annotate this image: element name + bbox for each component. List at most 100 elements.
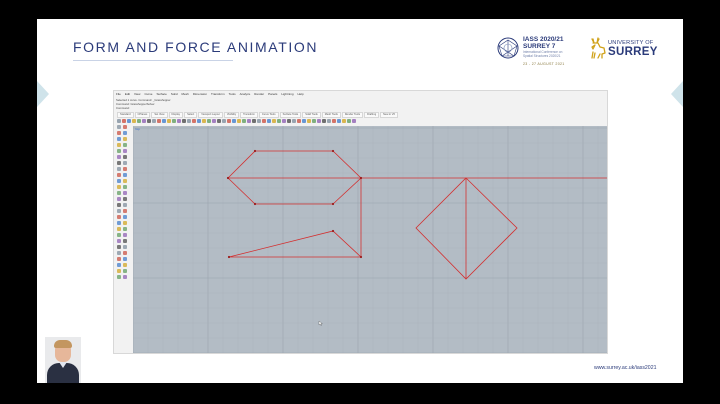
- toolbar-tool-icon[interactable]: [137, 119, 141, 123]
- top-viewport[interactable]: Top: [133, 126, 607, 353]
- side-tool-icon[interactable]: [117, 239, 121, 243]
- toolbar-tool-icon[interactable]: [212, 119, 216, 123]
- side-tool-icon[interactable]: [123, 173, 127, 177]
- menu-tools[interactable]: Tools: [229, 92, 236, 97]
- side-tool-icon[interactable]: [123, 239, 127, 243]
- side-tool-icon[interactable]: [123, 137, 127, 141]
- toolbar-tool-icon[interactable]: [187, 119, 191, 123]
- side-tool-icon[interactable]: [117, 143, 121, 147]
- toolbar-tool-icon[interactable]: [307, 119, 311, 123]
- side-tool-icon[interactable]: [117, 125, 121, 129]
- toolbar-tool-icon[interactable]: [132, 119, 136, 123]
- side-tool-icon[interactable]: [117, 179, 121, 183]
- side-tool-icon[interactable]: [117, 185, 121, 189]
- side-tool-icon[interactable]: [123, 155, 127, 159]
- toolbar-tool-icon[interactable]: [247, 119, 251, 123]
- toolbar-tool-icon[interactable]: [182, 119, 186, 123]
- side-tool-icon[interactable]: [117, 149, 121, 153]
- toolbar-tool-icon[interactable]: [322, 119, 326, 123]
- side-tool-icon[interactable]: [117, 269, 121, 273]
- toolbar-tool-icon[interactable]: [197, 119, 201, 123]
- side-tool-icon[interactable]: [117, 251, 121, 255]
- side-tool-icon[interactable]: [123, 131, 127, 135]
- side-tool-icon[interactable]: [123, 161, 127, 165]
- side-tool-icon[interactable]: [123, 245, 127, 249]
- menu-file[interactable]: File: [116, 92, 121, 97]
- side-tool-icon[interactable]: [117, 263, 121, 267]
- toolbar-tool-icon[interactable]: [297, 119, 301, 123]
- side-tool-icon[interactable]: [117, 275, 121, 279]
- side-tool-icon[interactable]: [123, 215, 127, 219]
- side-tool-icon[interactable]: [117, 161, 121, 165]
- side-tool-icon[interactable]: [117, 167, 121, 171]
- side-tool-icon[interactable]: [123, 275, 127, 279]
- menu-render[interactable]: Render: [254, 92, 264, 97]
- menu-view[interactable]: View: [134, 92, 140, 97]
- toolbar-tool-icon[interactable]: [202, 119, 206, 123]
- toolbar-tool-icon[interactable]: [177, 119, 181, 123]
- side-tool-icon[interactable]: [123, 263, 127, 267]
- side-tool-icon[interactable]: [123, 209, 127, 213]
- toolbar-tool-icon[interactable]: [242, 119, 246, 123]
- toolbar-tool-icon[interactable]: [287, 119, 291, 123]
- menu-surface[interactable]: Surface: [156, 92, 166, 97]
- side-tool-icon[interactable]: [123, 179, 127, 183]
- toolbar-tool-icon[interactable]: [172, 119, 176, 123]
- side-tool-icon[interactable]: [117, 245, 121, 249]
- side-tool-icon[interactable]: [123, 191, 127, 195]
- toolbar-tool-icon[interactable]: [257, 119, 261, 123]
- side-tool-icon[interactable]: [117, 191, 121, 195]
- toolbar-tool-icon[interactable]: [317, 119, 321, 123]
- side-tool-icon[interactable]: [123, 125, 127, 129]
- toolbar-tool-icon[interactable]: [127, 119, 131, 123]
- toolbar-tool-icon[interactable]: [277, 119, 281, 123]
- toolbar-tool-icon[interactable]: [237, 119, 241, 123]
- toolbar-tool-icon[interactable]: [347, 119, 351, 123]
- side-tool-icon[interactable]: [123, 185, 127, 189]
- side-tool-icon[interactable]: [117, 197, 121, 201]
- toolbar-tool-icon[interactable]: [157, 119, 161, 123]
- menu-lightning[interactable]: Lightning: [281, 92, 293, 97]
- side-tool-icon[interactable]: [117, 137, 121, 141]
- side-tool-icon[interactable]: [117, 155, 121, 159]
- toolbar-tool-icon[interactable]: [162, 119, 166, 123]
- toolbar-tool-icon[interactable]: [327, 119, 331, 123]
- toolbar-tool-icon[interactable]: [207, 119, 211, 123]
- toolbar-tool-icon[interactable]: [352, 119, 356, 123]
- side-tool-icon[interactable]: [123, 197, 127, 201]
- footer-url[interactable]: www.surrey.ac.uk/iass2021: [594, 365, 656, 371]
- side-tool-icon[interactable]: [123, 143, 127, 147]
- side-tool-icon[interactable]: [123, 251, 127, 255]
- side-tool-icon[interactable]: [117, 227, 121, 231]
- toolbar-tool-icon[interactable]: [262, 119, 266, 123]
- menu-panels[interactable]: Panels: [268, 92, 277, 97]
- side-tool-icon[interactable]: [117, 203, 121, 207]
- menu-curve[interactable]: Curve: [144, 92, 152, 97]
- previous-slide-arrow[interactable]: [37, 81, 49, 107]
- side-tool-icon[interactable]: [117, 257, 121, 261]
- next-slide-arrow[interactable]: [671, 81, 683, 107]
- toolbar-tool-icon[interactable]: [342, 119, 346, 123]
- command-prompt[interactable]: Command:: [116, 106, 130, 110]
- toolbar-tool-icon[interactable]: [302, 119, 306, 123]
- side-tool-icon[interactable]: [123, 269, 127, 273]
- toolbar-tool-icon[interactable]: [122, 119, 126, 123]
- toolbar-tool-icon[interactable]: [147, 119, 151, 123]
- side-tool-icon[interactable]: [117, 233, 121, 237]
- side-tool-icon[interactable]: [123, 149, 127, 153]
- menu-transform[interactable]: Transform: [211, 92, 225, 97]
- toolbar-tool-icon[interactable]: [227, 119, 231, 123]
- toolbar-tool-icon[interactable]: [192, 119, 196, 123]
- side-tool-icon[interactable]: [123, 257, 127, 261]
- toolbar-tool-icon[interactable]: [217, 119, 221, 123]
- toolbar-tool-icon[interactable]: [252, 119, 256, 123]
- menu-mesh[interactable]: Mesh: [182, 92, 189, 97]
- toolbar-tool-icon[interactable]: [312, 119, 316, 123]
- side-tool-icon[interactable]: [123, 167, 127, 171]
- side-tool-icon[interactable]: [123, 203, 127, 207]
- toolbar-tool-icon[interactable]: [332, 119, 336, 123]
- side-tool-icon[interactable]: [123, 233, 127, 237]
- toolbar-tool-icon[interactable]: [272, 119, 276, 123]
- toolbar-tool-icon[interactable]: [282, 119, 286, 123]
- side-tool-icon[interactable]: [117, 215, 121, 219]
